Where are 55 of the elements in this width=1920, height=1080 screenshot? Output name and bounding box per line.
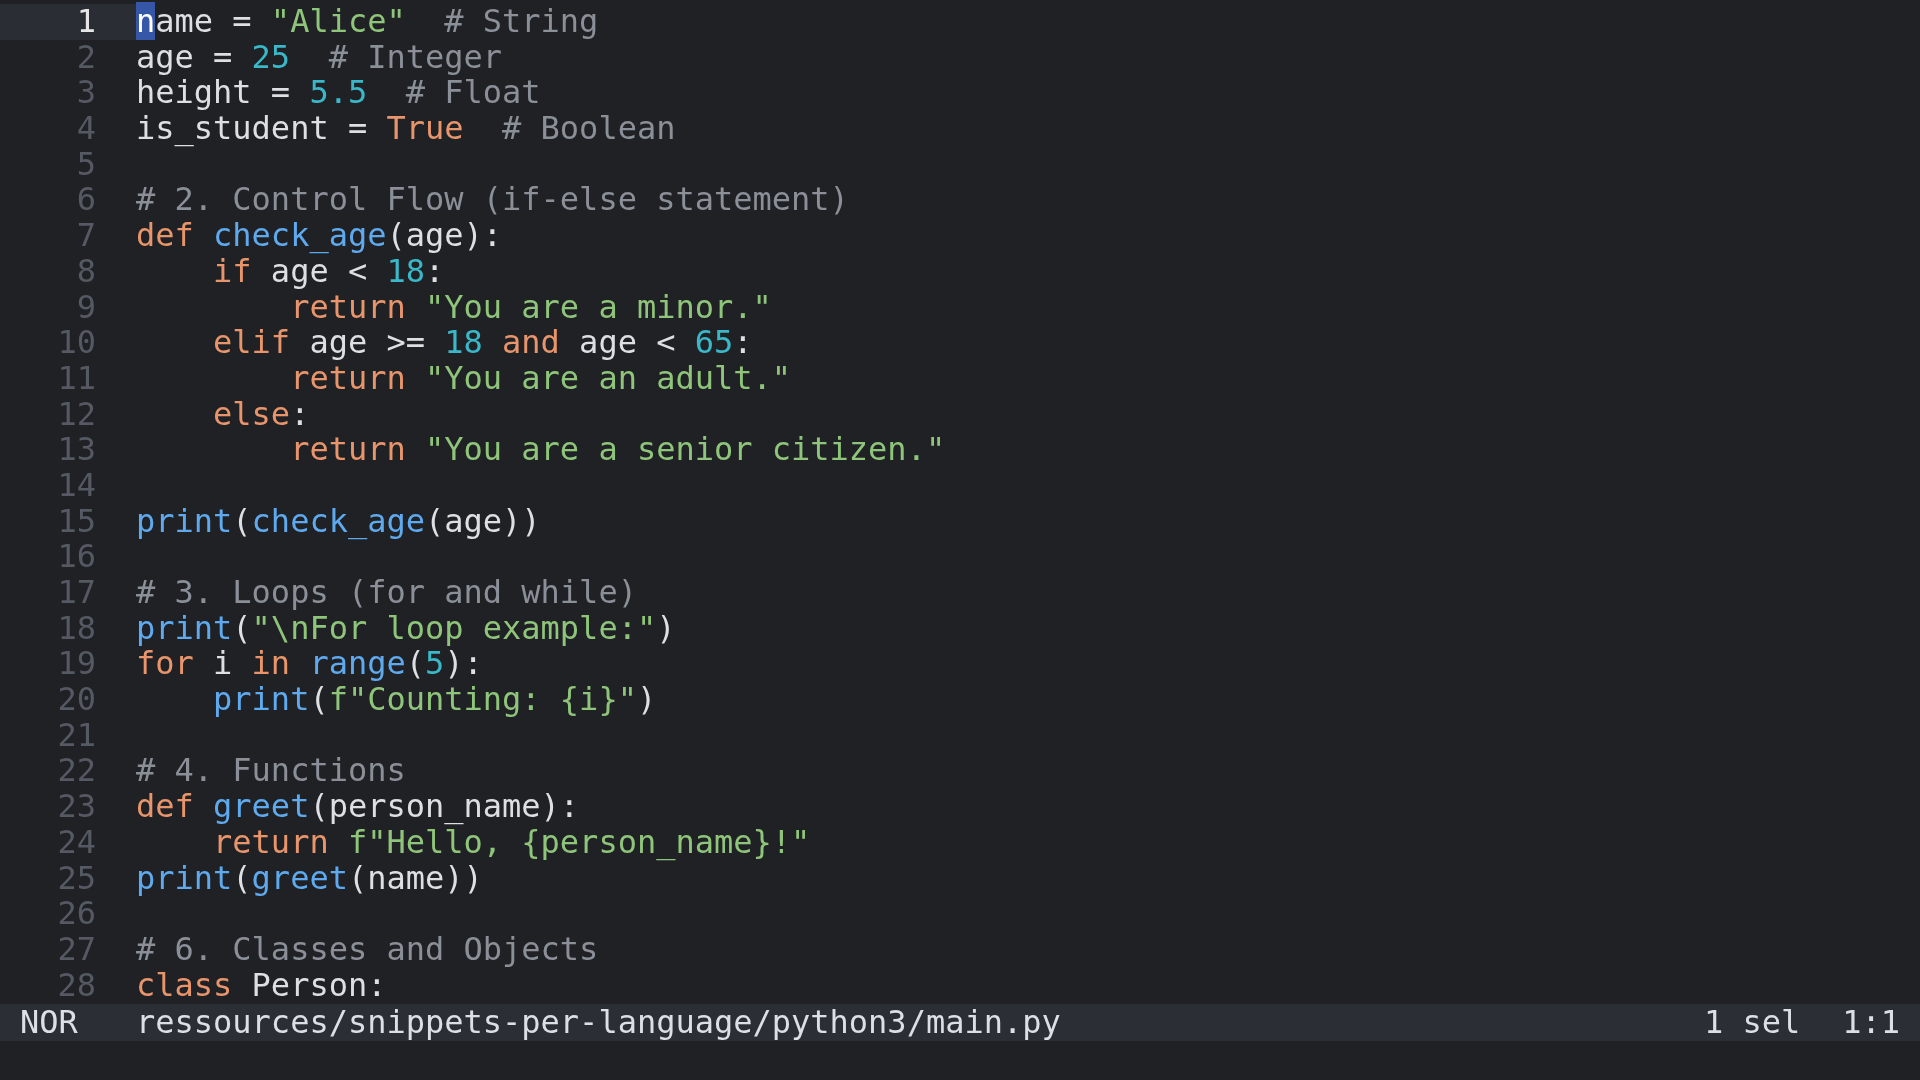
line-number: 28	[56, 967, 97, 1004]
line-number: 9	[75, 289, 97, 326]
line-number: 24	[56, 824, 97, 861]
line-number: 20	[56, 682, 97, 718]
code-line: # 3. Loops (for and while)	[136, 575, 637, 611]
code-line: is_student = True # Boolean	[136, 111, 676, 147]
code-line: elif age >= 18 and age < 65:	[212, 325, 753, 361]
line-number: 15	[56, 503, 97, 540]
code-line: for i in range(5):	[136, 646, 483, 683]
code-line: def greet(person_name):	[136, 789, 580, 825]
line-number: 1	[0, 4, 136, 40]
line-number: 8	[75, 253, 97, 290]
code-line: def check_age(age):	[136, 218, 503, 254]
code-line: print(f"Counting: {i}")	[212, 682, 657, 718]
line-number: 18	[56, 610, 97, 647]
line-number: 25	[56, 860, 97, 897]
line-number: 27	[56, 931, 97, 968]
code-line: print(greet(name))	[136, 860, 483, 897]
line-number: 12	[56, 396, 97, 433]
line-number: 13	[56, 432, 97, 468]
file-path: ressources/snippets-per-language/python3/main.py	[136, 1004, 1061, 1041]
line-number: 23	[56, 789, 97, 825]
line-number: 6	[75, 182, 97, 219]
line-number: 16	[56, 539, 97, 575]
code-line: class Person:	[136, 967, 387, 1004]
line-number: 4	[75, 111, 97, 147]
code-line: height = 5.5 # Float	[136, 75, 541, 112]
code-line: return f"Hello, {person_name}!"	[212, 824, 811, 861]
code-line: # 4. Functions	[136, 753, 406, 790]
line-number: 11	[56, 360, 97, 397]
cursor-position: 1:1	[1842, 1004, 1900, 1041]
code-line: return "You are a minor."	[290, 289, 772, 326]
line-number: 3	[75, 75, 97, 112]
code-line: # 6. Classes and Objects	[136, 931, 599, 968]
line-number: 21	[56, 717, 97, 754]
selection-count: 1 sel	[1703, 1004, 1801, 1041]
mode-indicator: NOR	[20, 1004, 79, 1041]
line-number: 14	[56, 467, 97, 504]
line-number: 5	[75, 146, 97, 183]
line-number: 22	[56, 753, 97, 790]
line-number: 17	[56, 575, 97, 611]
line-number: 26	[56, 896, 97, 932]
code-line: if age < 18:	[212, 253, 445, 290]
code-line: return "You are a senior citizen."	[289, 432, 946, 468]
line-number: 2	[75, 39, 97, 76]
code-line: return "You are an adult."	[289, 360, 792, 397]
code-line: else:	[212, 396, 310, 433]
code-line: # 2. Control Flow (if-else statement)	[136, 182, 849, 219]
code-line: print(check_age(age))	[136, 503, 541, 540]
code-line: name = "Alice" # String	[136, 4, 599, 40]
code-line: age = 25 # Integer	[136, 39, 503, 76]
line-number: 7	[75, 218, 97, 254]
line-number: 10	[56, 325, 97, 361]
code-line: print("\nFor loop example:")	[136, 610, 676, 647]
line-number: 19	[56, 646, 97, 683]
